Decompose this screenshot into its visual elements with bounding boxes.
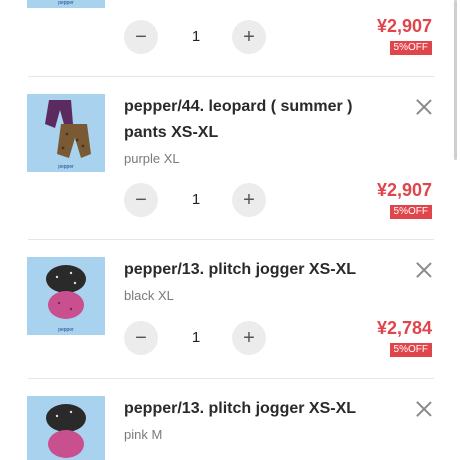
cart-item: pepper pepper/13. plitch jogger XS-XL pi…: [0, 379, 460, 460]
close-icon[interactable]: [414, 399, 434, 419]
quantity-value: 1: [191, 329, 201, 346]
product-thumbnail[interactable]: pepper: [27, 257, 105, 335]
product-variant: pink M: [124, 427, 163, 442]
plus-icon: +: [243, 327, 255, 349]
discount-badge: 5%OFF: [389, 343, 432, 357]
decrease-quantity-button[interactable]: −: [124, 20, 158, 54]
product-thumbnail[interactable]: pepper: [27, 396, 105, 460]
plus-icon: +: [243, 189, 255, 211]
plus-icon: +: [243, 26, 255, 48]
cart-item: pepper − 1 + ¥2,907 5%OFF: [0, 0, 460, 76]
cart-item: pepper pepper/44. leopard ( summer ) pan…: [0, 77, 460, 239]
increase-quantity-button[interactable]: +: [232, 321, 266, 355]
product-name[interactable]: pepper/44. leopard ( summer ) pants XS-X…: [124, 94, 394, 146]
svg-text:pepper: pepper: [58, 164, 74, 170]
price: ¥2,907: [376, 16, 432, 36]
product-thumbnail[interactable]: pepper: [27, 0, 105, 8]
minus-icon: −: [135, 327, 147, 349]
quantity-value: 1: [191, 191, 201, 208]
increase-quantity-button[interactable]: +: [232, 183, 266, 217]
decrease-quantity-button[interactable]: −: [124, 321, 158, 355]
discount-badge: 5%OFF: [389, 205, 432, 219]
product-name[interactable]: pepper/13. plitch jogger XS-XL: [124, 257, 394, 283]
discount-badge: 5%OFF: [389, 41, 432, 55]
product-name[interactable]: pepper/13. plitch jogger XS-XL: [124, 396, 394, 422]
price: ¥2,784: [376, 318, 432, 338]
product-variant: purple XL: [124, 151, 180, 166]
minus-icon: −: [135, 26, 147, 48]
product-variant: black XL: [124, 288, 174, 303]
quantity-value: 1: [191, 28, 201, 45]
price: ¥2,907: [376, 180, 432, 200]
svg-text:pepper: pepper: [58, 0, 74, 6]
product-thumbnail[interactable]: pepper: [27, 94, 105, 172]
scrollbar[interactable]: [454, 0, 457, 160]
svg-text:pepper: pepper: [58, 327, 74, 333]
close-icon[interactable]: [414, 97, 434, 117]
close-icon[interactable]: [414, 260, 434, 280]
increase-quantity-button[interactable]: +: [232, 20, 266, 54]
decrease-quantity-button[interactable]: −: [124, 183, 158, 217]
cart-item: pepper pepper/13. plitch jogger XS-XL bl…: [0, 240, 460, 378]
minus-icon: −: [135, 189, 147, 211]
